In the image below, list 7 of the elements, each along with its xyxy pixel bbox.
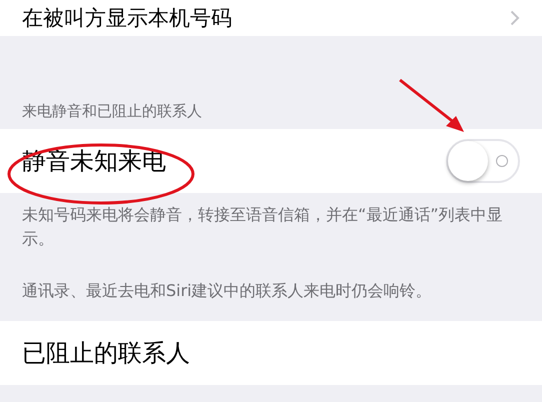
footer-note: 未知号码来电将会静音，转接至语音信箱，并在“最近通话”列表中显示。 bbox=[21, 204, 504, 250]
section-header: 来电静音和已阻止的联系人 bbox=[21, 102, 203, 122]
row-label: 已阻止的联系人 bbox=[22, 338, 190, 369]
settings-row[interactable]: 已阻止的联系人 bbox=[0, 321, 542, 385]
toggle-switch[interactable] bbox=[446, 139, 520, 183]
footer-note: 通讯录、最近去电和Siri建议中的联系人来电时仍会响铃。 bbox=[21, 280, 433, 302]
row-label: 在被叫方显示本机号码 bbox=[22, 5, 232, 32]
